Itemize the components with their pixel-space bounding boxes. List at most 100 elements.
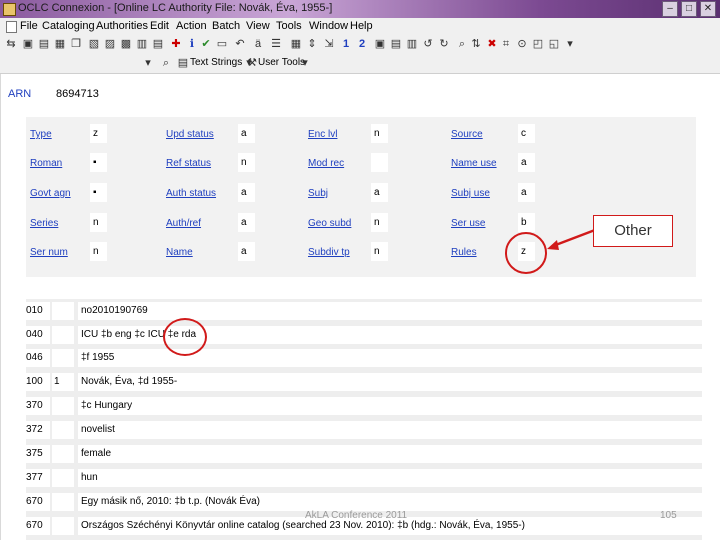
ff-label-ref-status[interactable]: Ref status bbox=[166, 158, 211, 169]
field-indicators[interactable] bbox=[52, 517, 74, 535]
ff-label-name[interactable]: Name bbox=[166, 247, 193, 258]
field-content[interactable]: hun bbox=[78, 469, 702, 487]
find-icon[interactable]: ⌕ bbox=[456, 38, 468, 50]
dropdown-icon[interactable]: ▾ bbox=[142, 57, 154, 69]
field-indicators[interactable] bbox=[52, 302, 74, 320]
ff-label-auth-status[interactable]: Auth status bbox=[166, 188, 216, 199]
field-content[interactable]: no2010190769 bbox=[78, 302, 702, 320]
check-icon[interactable]: ✔ bbox=[200, 38, 212, 50]
minimize-icon[interactable]: – bbox=[662, 1, 678, 17]
ff-value-ser-use[interactable]: b bbox=[518, 213, 535, 232]
field-icon[interactable]: ▭ bbox=[216, 38, 228, 50]
ff-value-auth-status[interactable]: a bbox=[238, 183, 255, 202]
cancel-icon[interactable]: ✖ bbox=[486, 38, 498, 50]
insert-icon[interactable]: ▤ bbox=[152, 38, 164, 50]
back-icon[interactable]: ↺ bbox=[422, 38, 434, 50]
zoom-icon[interactable]: ⌕ bbox=[160, 57, 172, 69]
field-tag[interactable]: 670 bbox=[26, 493, 50, 511]
window-icon[interactable]: ◰ bbox=[532, 38, 544, 50]
menu-window[interactable]: Window bbox=[309, 20, 348, 32]
ff-label-ser-num[interactable]: Ser num bbox=[30, 247, 68, 258]
save-icon[interactable]: ▣ bbox=[22, 38, 34, 50]
ff-value-roman[interactable]: ▪ bbox=[90, 153, 107, 172]
ff-value-geo-subd[interactable]: n bbox=[371, 213, 388, 232]
ff-label-subj-use[interactable]: Subj use bbox=[451, 188, 490, 199]
ff-value-subj[interactable]: a bbox=[371, 183, 388, 202]
ff-label-govt-agn[interactable]: Govt agn bbox=[30, 188, 71, 199]
ff-value-source[interactable]: c bbox=[518, 124, 535, 143]
ff-value-mod-rec[interactable] bbox=[371, 153, 388, 172]
browse-icon[interactable]: ⇕ bbox=[306, 38, 318, 50]
ff-label-ser-use[interactable]: Ser use bbox=[451, 218, 485, 229]
field-tag[interactable]: 100 bbox=[26, 373, 50, 391]
ff-value-ser-num[interactable]: n bbox=[90, 242, 107, 261]
field-tag[interactable]: 375 bbox=[26, 445, 50, 463]
ff-value-upd-status[interactable]: a bbox=[238, 124, 255, 143]
field-tag[interactable]: 040 bbox=[26, 326, 50, 344]
ff-value-auth-ref[interactable]: a bbox=[238, 213, 255, 232]
field-indicators[interactable] bbox=[52, 493, 74, 511]
menu-cataloging[interactable]: Cataloging bbox=[42, 20, 95, 32]
ff-label-subdiv-tp[interactable]: Subdiv tp bbox=[308, 247, 350, 258]
field-indicators[interactable] bbox=[52, 445, 74, 463]
field-tag[interactable]: 046 bbox=[26, 349, 50, 367]
field-indicators[interactable]: 1 bbox=[52, 373, 74, 391]
field-content[interactable]: Novák, Éva, ‡d 1955- bbox=[78, 373, 702, 391]
ff-label-type[interactable]: Type bbox=[30, 129, 52, 140]
field-tag[interactable]: 370 bbox=[26, 397, 50, 415]
ff-value-name[interactable]: a bbox=[238, 242, 255, 261]
user-tools-dropdown-icon[interactable]: ▾ bbox=[299, 57, 311, 69]
menu-help[interactable]: Help bbox=[350, 20, 373, 32]
maximize-icon[interactable]: □ bbox=[681, 1, 697, 17]
validate-icon[interactable]: ▩ bbox=[120, 38, 132, 50]
ff-value-type[interactable]: z bbox=[90, 124, 107, 143]
ff-label-geo-subd[interactable]: Geo subd bbox=[308, 218, 351, 229]
print-icon[interactable]: ▤ bbox=[38, 38, 50, 50]
sort-icon[interactable]: ⇅ bbox=[470, 38, 482, 50]
export-icon[interactable]: ▧ bbox=[88, 38, 100, 50]
ff-label-subj[interactable]: Subj bbox=[308, 188, 328, 199]
field-indicators[interactable] bbox=[52, 469, 74, 487]
field-tag[interactable]: 010 bbox=[26, 302, 50, 320]
toolbar-options-icon[interactable]: ▾ bbox=[564, 38, 576, 50]
ff-label-series[interactable]: Series bbox=[30, 218, 58, 229]
field-content[interactable]: female bbox=[78, 445, 702, 463]
local-save-icon[interactable]: ▥ bbox=[406, 38, 418, 50]
text-strings-button[interactable]: Text Strings bbox=[190, 57, 242, 68]
ff-value-name-use[interactable]: a bbox=[518, 153, 535, 172]
ff-value-govt-agn[interactable]: ▪ bbox=[90, 183, 107, 202]
ff-value-ref-status[interactable]: n bbox=[238, 153, 255, 172]
forward-icon[interactable]: ↻ bbox=[438, 38, 450, 50]
ff-value-series[interactable]: n bbox=[90, 213, 107, 232]
ff-value-subj-use[interactable]: a bbox=[518, 183, 535, 202]
field-tag[interactable]: 372 bbox=[26, 421, 50, 439]
user-tools-button[interactable]: User Tools bbox=[258, 57, 305, 68]
menu-authorities[interactable]: Authorities bbox=[96, 20, 148, 32]
menu-batch[interactable]: Batch bbox=[212, 20, 240, 32]
field-content[interactable]: Egy másik nő, 2010: ‡b t.p. (Novák Éva) bbox=[78, 493, 702, 511]
copy-icon[interactable]: ❐ bbox=[70, 38, 82, 50]
text-strings-icon[interactable]: ▤ bbox=[177, 57, 189, 69]
ff-label-name-use[interactable]: Name use bbox=[451, 158, 497, 169]
close-icon[interactable]: ✕ bbox=[700, 1, 716, 17]
field-tag[interactable]: 670 bbox=[26, 517, 50, 535]
tag-icon[interactable]: ▨ bbox=[104, 38, 116, 50]
scan-icon[interactable]: ⇲ bbox=[323, 38, 335, 50]
logon-icon[interactable]: ⇆ bbox=[5, 38, 17, 50]
field-indicators[interactable] bbox=[52, 349, 74, 367]
document-icon[interactable] bbox=[6, 21, 17, 33]
field-indicators[interactable] bbox=[52, 397, 74, 415]
menu-tools[interactable]: Tools bbox=[276, 20, 302, 32]
menu-action[interactable]: Action bbox=[176, 20, 207, 32]
constant-data-icon[interactable]: ▣ bbox=[374, 38, 386, 50]
field-content[interactable]: ‡c Hungary bbox=[78, 397, 702, 415]
ff-label-rules[interactable]: Rules bbox=[451, 247, 477, 258]
list-icon[interactable]: ☰ bbox=[270, 38, 282, 50]
ff-value-subdiv-tp[interactable]: n bbox=[371, 242, 388, 261]
field-indicators[interactable] bbox=[52, 421, 74, 439]
ff-label-mod-rec[interactable]: Mod rec bbox=[308, 158, 344, 169]
link-icon[interactable]: ⊙ bbox=[516, 38, 528, 50]
label-icon[interactable]: ▤ bbox=[390, 38, 402, 50]
user-tools-icon[interactable]: ⚒ bbox=[246, 57, 258, 69]
field-indicators[interactable] bbox=[52, 326, 74, 344]
